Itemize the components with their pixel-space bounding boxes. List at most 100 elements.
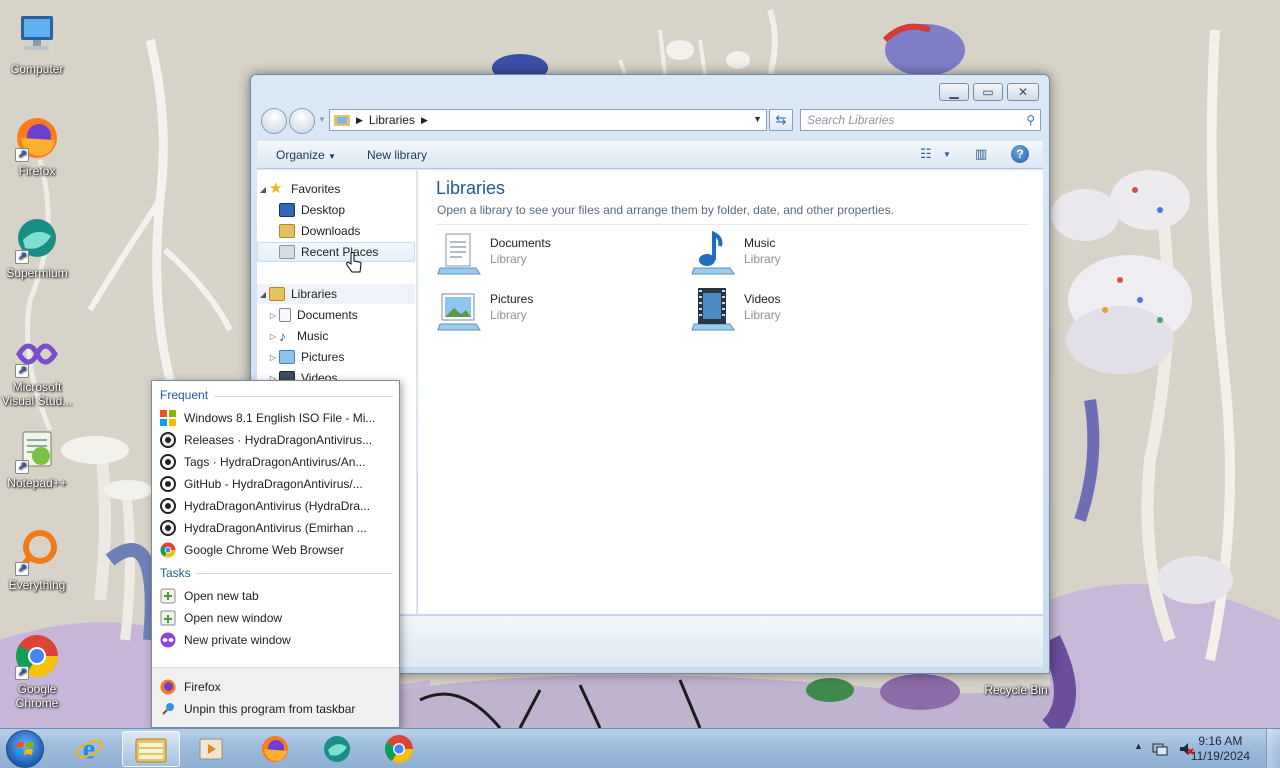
tree-item-music[interactable]: ▷ ♪ Music (257, 326, 415, 346)
library-item-videos[interactable]: Videos Library (690, 286, 910, 334)
taskbar-chrome[interactable] (370, 731, 428, 767)
breadcrumb-arrow-icon[interactable]: ▶ (421, 115, 428, 126)
firefox-icon (262, 736, 288, 762)
refresh-icon: ⇆ (775, 112, 787, 127)
taskbar-media-player[interactable] (182, 731, 240, 767)
windows-logo-icon (15, 742, 34, 755)
tree-item-favorites[interactable]: ◢ ★ Favorites (257, 179, 415, 199)
jump-item-label: Open new tab (184, 589, 259, 603)
jump-item-label: HydraDragonAntivirus (Emirhan ... (184, 521, 367, 535)
clock[interactable]: 9:16 AM 11/19/2024 (1191, 734, 1250, 764)
jump-item-firefox[interactable]: Firefox (160, 677, 392, 697)
library-type: Library (490, 308, 527, 322)
desktop-icon-label: Computer (10, 62, 64, 76)
desktop-icon-supermium[interactable]: ↗ Supermium (0, 216, 74, 280)
tree-item-libraries[interactable]: ◢ Libraries (257, 284, 415, 304)
desktop-icon-computer[interactable]: Computer (0, 12, 74, 76)
collapsed-triangle-icon[interactable]: ▷ (267, 311, 279, 320)
search-icon[interactable]: ⚲ (1026, 113, 1035, 127)
taskbar-supermium[interactable] (308, 731, 366, 767)
recent-pages-chevron-icon[interactable]: ▼ (318, 115, 326, 124)
firefox-icon: ↗ (13, 114, 61, 162)
library-item-music[interactable]: Music Library (690, 230, 910, 278)
shortcut-arrow-icon: ↗ (15, 250, 29, 264)
library-item-pictures[interactable]: Pictures Library (436, 286, 656, 334)
tree-item-label: Music (297, 329, 329, 343)
tree-item-label: Recent Places (301, 245, 379, 259)
jump-item-frequent[interactable]: Google Chrome Web Browser (160, 540, 392, 560)
expanded-triangle-icon[interactable]: ◢ (257, 185, 269, 194)
desktop-icon-recycle-bin[interactable]: Recycle Bin (976, 683, 1056, 697)
desktop-icon-firefox[interactable]: ↗ Firefox (0, 114, 74, 178)
new-window-icon (160, 610, 176, 626)
tree-item-desktop[interactable]: Desktop (257, 200, 415, 220)
github-icon (160, 476, 176, 492)
clock-date: 11/19/2024 (1190, 749, 1250, 763)
minimize-icon: ▁ (949, 85, 959, 99)
tree-item-pictures[interactable]: ▷ Pictures (257, 347, 415, 367)
private-window-icon (160, 632, 176, 648)
breadcrumb-arrow-icon[interactable]: ▶ (356, 115, 363, 126)
documents-library-icon (437, 233, 481, 275)
desktop-icon-notepadpp[interactable]: ↗ Notepad++ (0, 426, 74, 490)
address-dropdown-icon[interactable]: ▼ (753, 114, 762, 124)
taskbar: e ▲ 9:16 AM 11/19/2024 (0, 728, 1280, 768)
expanded-triangle-icon[interactable]: ◢ (257, 290, 269, 299)
jump-item-frequent[interactable]: HydraDragonAntivirus (Emirhan ... (160, 518, 392, 538)
taskbar-firefox[interactable] (246, 731, 304, 767)
jump-item-frequent[interactable]: Windows 8.1 English ISO File - Mi... (160, 408, 392, 428)
tree-item-recent-places[interactable]: Recent Places (257, 242, 415, 262)
tree-item-downloads[interactable]: Downloads (257, 221, 415, 241)
github-icon (160, 432, 176, 448)
github-icon (160, 454, 176, 470)
shortcut-arrow-icon: ↗ (15, 666, 29, 680)
change-view-icon[interactable]: ☷ (920, 146, 932, 162)
jump-item-frequent[interactable]: Releases · HydraDragonAntivirus... (160, 430, 392, 450)
taskbar-file-explorer[interactable] (122, 731, 180, 767)
address-bar[interactable]: ▶ Libraries ▶ ▼ (329, 109, 767, 131)
jump-item-frequent[interactable]: HydraDragonAntivirus (HydraDra... (160, 496, 392, 516)
jump-item-task[interactable]: New private window (160, 630, 392, 650)
show-hidden-icons-icon[interactable]: ▲ (1134, 741, 1143, 751)
back-button[interactable] (261, 108, 287, 134)
star-icon: ★ (269, 180, 283, 197)
breadcrumb-libraries[interactable]: Libraries (369, 113, 415, 127)
action-center-icon[interactable] (1152, 741, 1168, 757)
show-desktop-button[interactable] (1266, 729, 1280, 768)
jump-item-frequent[interactable]: Tags · HydraDragonAntivirus/An... (160, 452, 392, 472)
microsoft-icon (160, 410, 176, 426)
refresh-button[interactable]: ⇆ (769, 109, 793, 131)
new-library-button[interactable]: New library (367, 148, 427, 162)
minimize-button[interactable]: ▁ (939, 83, 969, 101)
command-bar: Organize ▼ New library ☷ ▼ ▥ ? (257, 141, 1043, 169)
divider (214, 396, 393, 397)
desktop-icon-label: Notepad++ (7, 476, 67, 490)
collapsed-triangle-icon[interactable]: ▷ (267, 332, 279, 341)
tree-item-documents[interactable]: ▷ Documents (257, 305, 415, 325)
desktop-icon-visual-studio[interactable]: ↗ Microsoft Visual Stud... (0, 330, 74, 408)
jump-item-task[interactable]: Open new tab (160, 586, 392, 606)
search-input[interactable]: Search Libraries ⚲ (800, 109, 1041, 131)
preview-pane-icon[interactable]: ▥ (975, 146, 987, 162)
start-button[interactable] (6, 730, 44, 768)
library-item-documents[interactable]: Documents Library (436, 230, 656, 278)
tree-item-label: Downloads (301, 224, 361, 238)
jump-item-task[interactable]: Open new window (160, 608, 392, 628)
help-icon[interactable]: ? (1011, 145, 1029, 163)
forward-button[interactable] (289, 108, 315, 134)
organize-menu[interactable]: Organize ▼ (276, 148, 336, 162)
firefox-jump-list: Frequent Windows 8.1 English ISO File - … (151, 380, 400, 728)
view-options-chevron-icon[interactable]: ▼ (943, 150, 951, 159)
desktop-icon-everything[interactable]: ↗ Everything (0, 528, 74, 592)
desktop-icon-chrome[interactable]: ↗ Google Chrome (0, 632, 74, 710)
chevron-down-icon: ▼ (328, 152, 336, 161)
library-type: Library (744, 252, 781, 266)
downloads-folder-icon (279, 224, 295, 238)
close-button[interactable]: ✕ (1007, 83, 1039, 101)
maximize-button[interactable]: ▭ (973, 83, 1003, 101)
collapsed-triangle-icon[interactable]: ▷ (267, 353, 279, 362)
tasks-header: Tasks (160, 566, 191, 580)
taskbar-internet-explorer[interactable]: e (60, 731, 118, 767)
jump-item-unpin[interactable]: Unpin this program from taskbar (160, 699, 392, 719)
jump-item-frequent[interactable]: GitHub - HydraDragonAntivirus/... (160, 474, 392, 494)
